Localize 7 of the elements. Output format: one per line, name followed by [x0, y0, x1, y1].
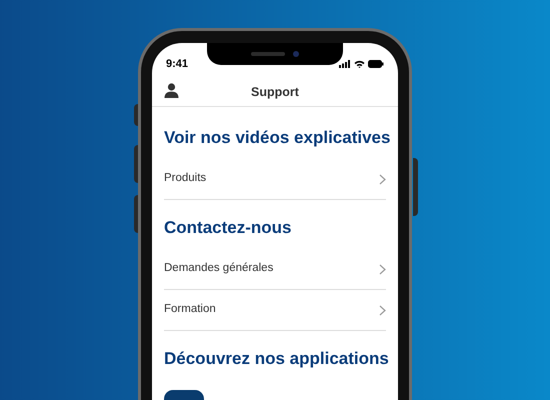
section-heading: Contactez-nous	[164, 217, 292, 239]
screen-title: Support	[251, 84, 299, 102]
status-time: 9:41	[166, 56, 188, 72]
list-row[interactable]: Formation	[164, 290, 386, 331]
list-row[interactable]: Produits	[164, 159, 386, 200]
section-heading: Découvrez nos applications	[164, 348, 386, 370]
list-row[interactable]: Demandes générales	[164, 249, 386, 290]
